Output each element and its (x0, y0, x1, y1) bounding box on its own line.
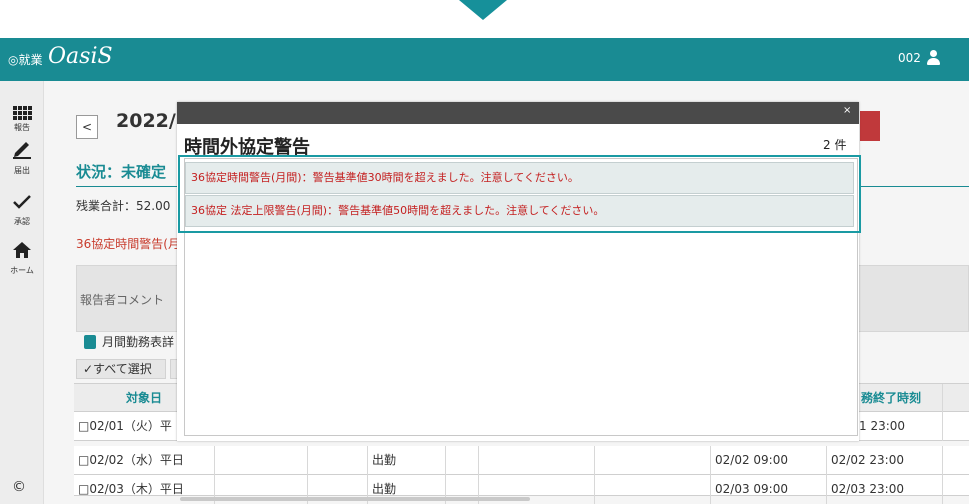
overtime-warning-dialog: × 時間外協定警告 2 件 (177, 102, 859, 441)
check-icon (13, 195, 31, 209)
list-item[interactable]: 36協定時間警告(月間)：警告基準値30時間を超えました。注意してください。 (185, 162, 854, 194)
comment-label: 報告者コメント (80, 293, 165, 307)
monthly-detail-link[interactable]: 月間勤務表詳 (102, 333, 174, 350)
table-cell (594, 446, 710, 475)
sidebar-item-label: 承認 (14, 217, 30, 226)
dialog-title-bar[interactable] (177, 102, 859, 124)
user-id[interactable]: 002 (898, 51, 921, 65)
table-cell (214, 446, 307, 475)
sidebar-item-label: 報告 (14, 123, 30, 132)
prev-month-button[interactable]: < (76, 115, 98, 139)
user-icon[interactable] (926, 50, 940, 66)
table-cell: 02/03 09:00 (710, 475, 826, 504)
table-row[interactable]: □02/02（水）平日 出勤 02/02 09:00 02/02 23:00 (74, 446, 969, 475)
app-logo[interactable]: OasiS (48, 44, 113, 69)
stamp-mark (860, 111, 880, 141)
sidebar-item-approval[interactable]: 承認 (0, 194, 44, 227)
logo-small: ◎就業 (8, 53, 43, 67)
app-header: ◎就業 OasiS 002 (0, 38, 969, 81)
screen: ◎就業 OasiS 002 報告 届出 承認 ホーム © < 2022/ 状況：… (0, 0, 969, 504)
document-search-icon[interactable] (84, 335, 96, 349)
horizontal-scrollbar[interactable] (180, 497, 530, 501)
alert-count: 2 件 (823, 138, 847, 152)
page-title: 2022/ (116, 110, 176, 132)
table-cell[interactable]: □02/02（水）平日 (74, 446, 214, 475)
table-cell: 出勤 (367, 446, 445, 475)
sidebar-item-label: 届出 (14, 166, 30, 175)
warning-text: 36協定時間警告(月 (76, 237, 180, 251)
table-cell (942, 446, 969, 475)
down-arrow-icon (459, 0, 507, 20)
select-all-button[interactable]: ✓すべて選択 (76, 359, 166, 379)
sidebar-item-notification[interactable]: 届出 (0, 137, 44, 176)
table-row[interactable]: □02/03（木）平日 出勤 02/03 09:00 02/03 23:00 (74, 475, 969, 504)
table-cell (445, 446, 478, 475)
table-cell (478, 446, 594, 475)
home-icon (13, 242, 31, 258)
table-cell (942, 412, 969, 441)
grid-icon (12, 106, 32, 120)
sidebar-item-report[interactable]: 報告 (0, 95, 44, 133)
sidebar-item-home[interactable]: ホーム (0, 241, 44, 276)
table-cell: 02/02 23:00 (826, 446, 942, 475)
status-label: 状況：未確定 (76, 163, 167, 181)
table-cell (942, 475, 969, 504)
sidebar: 報告 届出 承認 ホーム © (0, 81, 44, 504)
sidebar-item-label: ホーム (10, 266, 34, 275)
pencil-icon (13, 142, 31, 159)
close-icon[interactable]: × (843, 105, 851, 116)
column-header (942, 384, 969, 413)
alert-list: 36協定時間警告(月間)：警告基準値30時間を超えました。注意してください。 3… (178, 155, 861, 233)
copyright-icon: © (12, 479, 26, 495)
table-cell: 02/02 09:00 (710, 446, 826, 475)
list-item[interactable]: 36協定 法定上限警告(月間)：警告基準値50時間を超えました。注意してください… (185, 195, 854, 227)
table-cell (307, 446, 367, 475)
table-cell: 02/03 23:00 (826, 475, 942, 504)
overtime-total: 残業合計：52.00 (76, 199, 171, 213)
table-cell (594, 475, 710, 504)
